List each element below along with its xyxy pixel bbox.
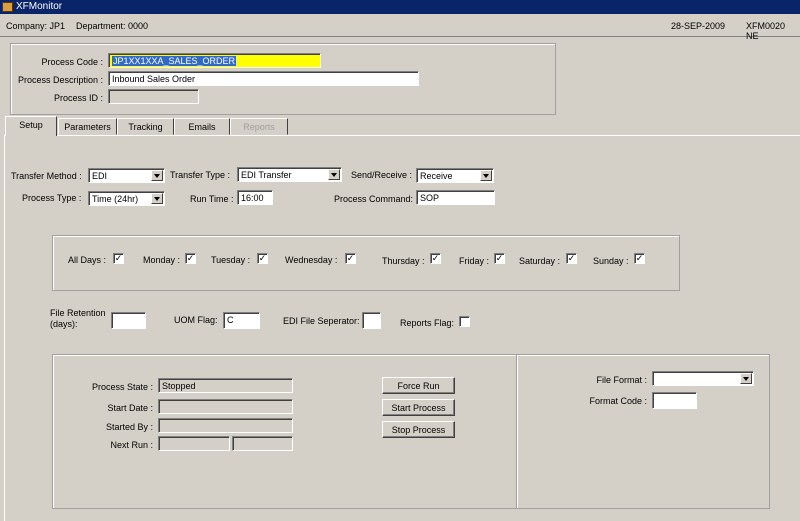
start-process-button[interactable]: Start Process bbox=[382, 399, 455, 416]
process-command-label: Process Command: bbox=[334, 194, 414, 204]
checkbox-all-days[interactable]: ✓ bbox=[113, 253, 124, 264]
started-by-field bbox=[158, 418, 293, 433]
process-type-select[interactable]: Time (24hr) bbox=[88, 191, 165, 206]
checkbox-saturday[interactable]: ✓ bbox=[566, 253, 577, 264]
checkbox-thursday[interactable]: ✓ bbox=[430, 253, 441, 264]
file-format-select[interactable] bbox=[652, 371, 754, 386]
process-code-label: Process Code : bbox=[41, 57, 103, 67]
checkbox-reports-flag[interactable] bbox=[459, 316, 470, 327]
start-date-field bbox=[158, 399, 293, 414]
start-date-label: Start Date : bbox=[107, 403, 153, 413]
tab-parameters[interactable]: Parameters bbox=[58, 118, 117, 135]
chevron-down-icon[interactable] bbox=[328, 169, 340, 180]
day-label-thursday: Thursday : bbox=[382, 256, 425, 266]
tab-reports-label: Reports bbox=[243, 122, 275, 132]
chevron-down-icon[interactable] bbox=[151, 193, 163, 204]
transfer-method-value: EDI bbox=[92, 171, 108, 181]
next-run-label: Next Run : bbox=[110, 440, 153, 450]
uom-flag-field[interactable]: C bbox=[223, 312, 260, 329]
process-type-value: Time (24hr) bbox=[92, 194, 139, 204]
module-text: XFM0020 NE bbox=[746, 21, 786, 41]
info-bar: Company: JP1 Department: 0000 28-SEP-200… bbox=[0, 14, 800, 41]
day-label-monday: Monday : bbox=[143, 255, 181, 265]
company-text: Company: JP1 bbox=[6, 21, 66, 31]
tab-reports[interactable]: Reports bbox=[230, 118, 288, 135]
day-label-tuesday: Tuesday : bbox=[211, 255, 251, 265]
process-id-field[interactable] bbox=[108, 89, 199, 104]
tab-setup[interactable]: Setup bbox=[5, 116, 57, 136]
tab-tracking[interactable]: Tracking bbox=[117, 118, 174, 135]
process-description-label: Process Description : bbox=[17, 75, 103, 85]
day-label-saturday: Saturday : bbox=[519, 256, 561, 266]
reports-flag-label: Reports Flag: bbox=[400, 318, 455, 328]
day-label-friday: Friday : bbox=[459, 256, 490, 266]
format-code-field[interactable] bbox=[652, 392, 697, 409]
transfer-type-select[interactable]: EDI Transfer bbox=[237, 167, 342, 182]
run-time-field[interactable]: 16:00 bbox=[237, 190, 273, 205]
checkbox-tuesday[interactable]: ✓ bbox=[257, 253, 268, 264]
process-id-label: Process ID : bbox=[53, 93, 103, 103]
transfer-method-select[interactable]: EDI bbox=[88, 168, 165, 183]
next-run-time-field bbox=[232, 436, 293, 451]
checkbox-monday[interactable]: ✓ bbox=[185, 253, 196, 264]
checkbox-wednesday[interactable]: ✓ bbox=[345, 253, 356, 264]
file-retention-label: File Retention bbox=[50, 308, 106, 318]
file-format-label: File Format : bbox=[596, 375, 647, 385]
chevron-down-icon[interactable] bbox=[151, 170, 163, 181]
file-retention-label-days: (days): bbox=[50, 319, 78, 329]
force-run-button[interactable]: Force Run bbox=[382, 377, 455, 394]
app-icon bbox=[2, 2, 13, 12]
process-code-value: JP1XX1XXA_SALES_ORDER bbox=[112, 56, 237, 66]
process-state-field: Stopped bbox=[158, 378, 293, 393]
next-run-date-field bbox=[158, 436, 230, 451]
stop-process-button[interactable]: Stop Process bbox=[382, 421, 455, 438]
transfer-method-label: Transfer Method : bbox=[11, 171, 82, 181]
department-text: Department: 0000 bbox=[76, 21, 149, 31]
process-code-field[interactable]: JP1XX1XXA_SALES_ORDER bbox=[108, 53, 321, 68]
checkbox-sunday[interactable]: ✓ bbox=[634, 253, 645, 264]
status-divider bbox=[516, 355, 518, 508]
uom-flag-label: UOM Flag: bbox=[174, 315, 218, 325]
send-receive-label: Send/Receive : bbox=[351, 170, 413, 180]
run-time-label: Run Time : bbox=[190, 194, 234, 204]
date-text: 28-SEP-2009 bbox=[671, 21, 726, 31]
chevron-down-icon[interactable] bbox=[480, 170, 492, 181]
process-state-label: Process State : bbox=[91, 382, 153, 392]
process-command-field[interactable]: SOP bbox=[416, 190, 495, 205]
process-description-field[interactable]: Inbound Sales Order bbox=[108, 71, 419, 86]
day-label-all-days: All Days : bbox=[68, 255, 107, 265]
tab-emails[interactable]: Emails bbox=[174, 118, 230, 135]
file-retention-field[interactable] bbox=[111, 312, 146, 329]
edi-file-separator-field[interactable] bbox=[362, 312, 381, 329]
chevron-down-icon[interactable] bbox=[740, 373, 752, 384]
transfer-type-value: EDI Transfer bbox=[241, 170, 292, 180]
transfer-type-label: Transfer Type : bbox=[170, 170, 231, 180]
edi-file-separator-label: EDI File Seperator: bbox=[283, 316, 360, 326]
process-type-label: Process Type : bbox=[22, 193, 82, 203]
send-receive-value: Receive bbox=[420, 171, 453, 181]
day-label-wednesday: Wednesday : bbox=[285, 255, 338, 265]
title-bar: XFMonitor bbox=[0, 0, 800, 14]
started-by-label: Started By : bbox=[105, 422, 153, 432]
day-label-sunday: Sunday : bbox=[593, 256, 629, 266]
format-code-label: Format Code : bbox=[589, 396, 647, 406]
window-title: XFMonitor bbox=[16, 1, 63, 12]
send-receive-select[interactable]: Receive bbox=[416, 168, 494, 183]
checkbox-friday[interactable]: ✓ bbox=[494, 253, 505, 264]
